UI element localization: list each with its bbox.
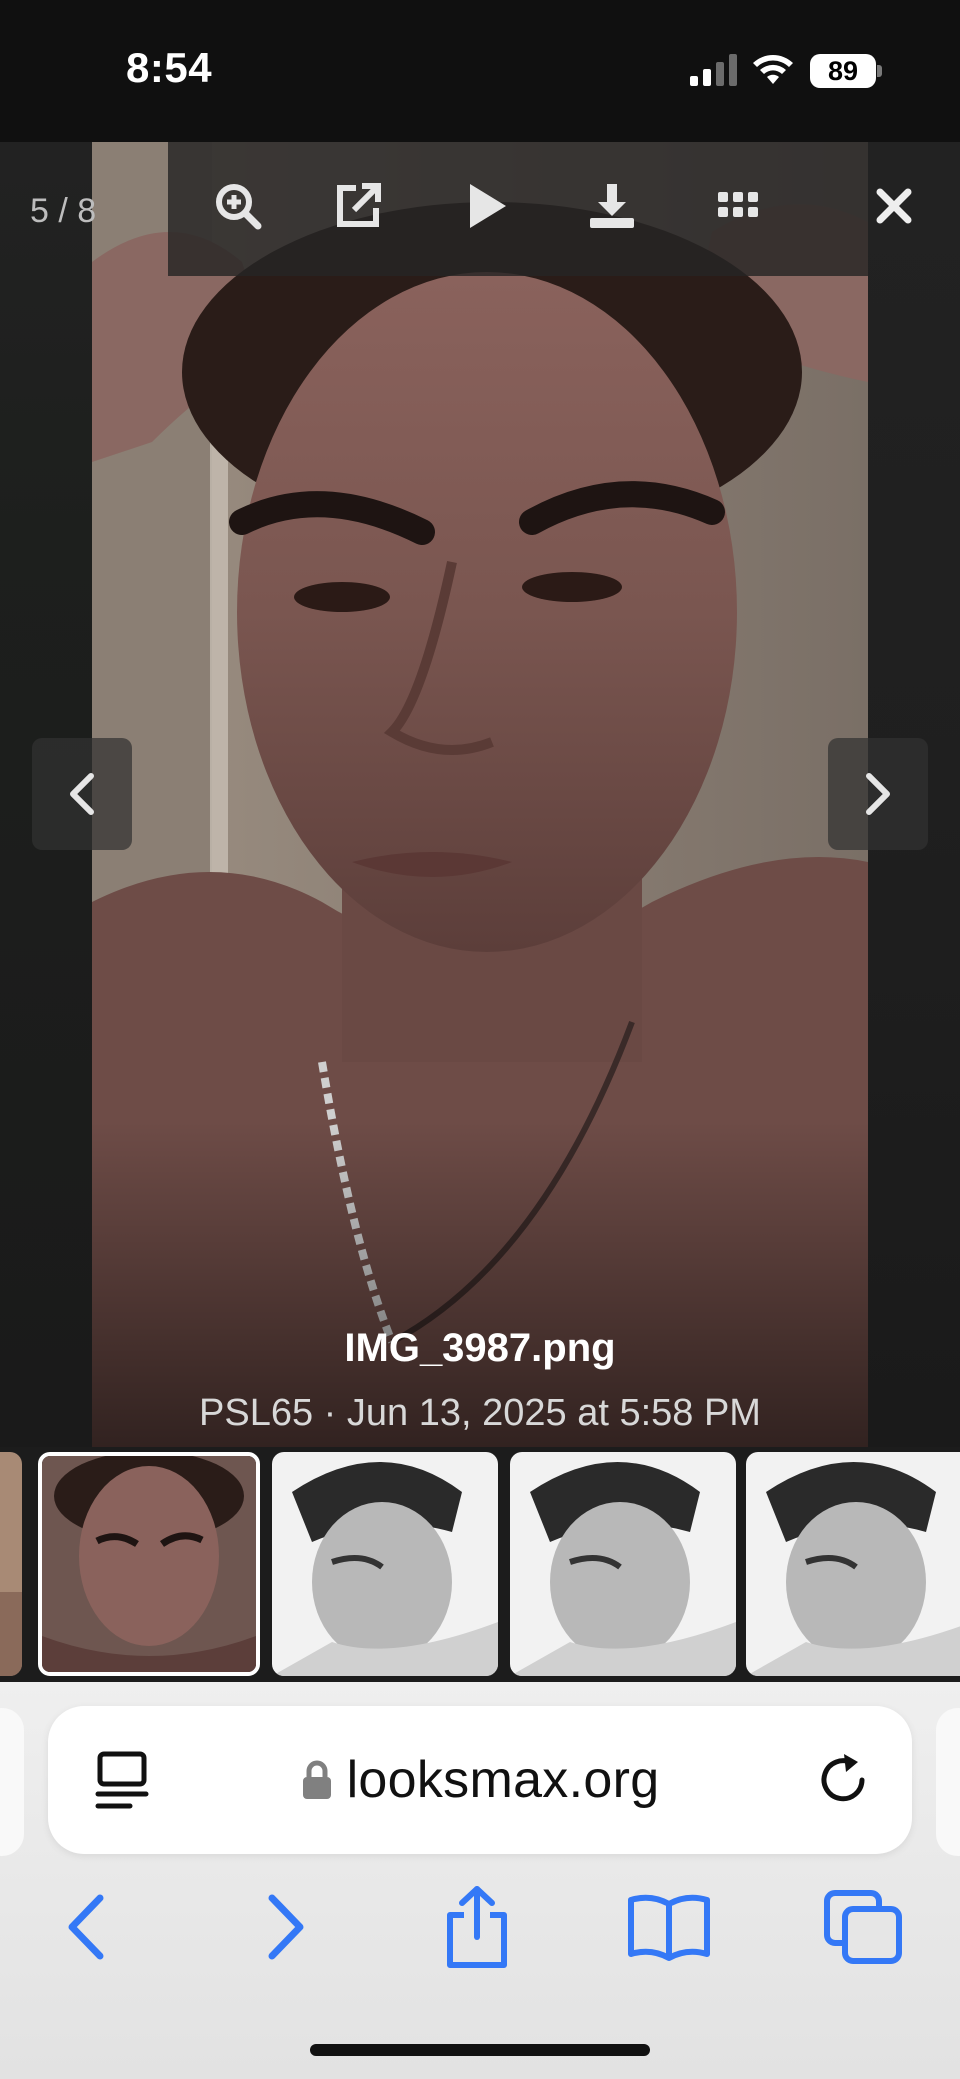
next-tab-preview[interactable] (936, 1708, 960, 1856)
slideshow-button[interactable] (456, 176, 516, 236)
status-time: 8:54 (126, 44, 213, 91)
url-text: looksmax.org (346, 1751, 660, 1809)
previous-tab-preview[interactable] (0, 1708, 24, 1856)
wifi-icon (753, 55, 793, 84)
photo-image[interactable] (92, 142, 868, 1447)
grid-icon (718, 192, 758, 217)
book-icon (628, 1894, 710, 1961)
image-meta: PSL65 · Jun 13, 2025 at 5:58 PM (199, 1392, 761, 1434)
battery-icon: 89 (810, 54, 882, 88)
tabs-icon (824, 1890, 902, 1964)
chevron-left-icon (68, 1894, 104, 1960)
download-button[interactable] (582, 176, 642, 236)
thumbnail-item[interactable] (746, 1452, 960, 1676)
browser-toolbar: looksmax.org (0, 1682, 960, 2079)
thumbnail-item-active[interactable] (38, 1452, 260, 1676)
thumbnail-item[interactable] (272, 1452, 498, 1676)
chevron-right-icon (268, 1894, 304, 1960)
close-viewer-button[interactable] (866, 178, 922, 234)
bookmarks-button[interactable] (624, 1882, 714, 1972)
screen: 8:54 89 5 / 8 IMG_3987.png PSL65 · Jun 1… (0, 0, 960, 2079)
grid-view-button[interactable] (708, 176, 768, 236)
close-icon (876, 188, 912, 224)
home-indicator[interactable] (310, 2044, 650, 2056)
previous-image-button[interactable] (32, 738, 132, 850)
battery-level: 89 (827, 56, 859, 86)
thumbnail-strip (0, 1447, 960, 1682)
back-button[interactable] (40, 1882, 130, 1972)
thumbnail-item[interactable] (510, 1452, 736, 1676)
open-external-icon (337, 183, 381, 227)
lock-icon (302, 1760, 331, 1799)
zoom-icon (216, 184, 262, 230)
share-icon (447, 1886, 507, 1968)
reload-icon[interactable] (814, 1750, 874, 1810)
open-external-button[interactable] (328, 176, 388, 236)
share-button[interactable] (432, 1882, 522, 1972)
thumbnail-item[interactable] (0, 1452, 22, 1676)
chevron-right-icon (866, 773, 890, 815)
status-bar: 8:54 89 (0, 0, 960, 142)
image-filename: IMG_3987.png (344, 1326, 616, 1370)
chevron-left-icon (70, 773, 94, 815)
image-viewer: 5 / 8 IMG_3987.png PSL65 · Jun 13, 2025 … (0, 142, 960, 1447)
download-icon (590, 184, 634, 228)
play-icon (470, 184, 506, 228)
forward-button[interactable] (242, 1882, 332, 1972)
tabs-button[interactable] (818, 1882, 908, 1972)
address-bar[interactable]: looksmax.org (48, 1706, 912, 1854)
image-counter: 5 / 8 (30, 192, 97, 230)
zoom-button[interactable] (208, 176, 268, 236)
next-image-button[interactable] (828, 738, 928, 850)
cellular-signal-icon (690, 54, 737, 86)
viewer-toolbar (168, 142, 868, 276)
